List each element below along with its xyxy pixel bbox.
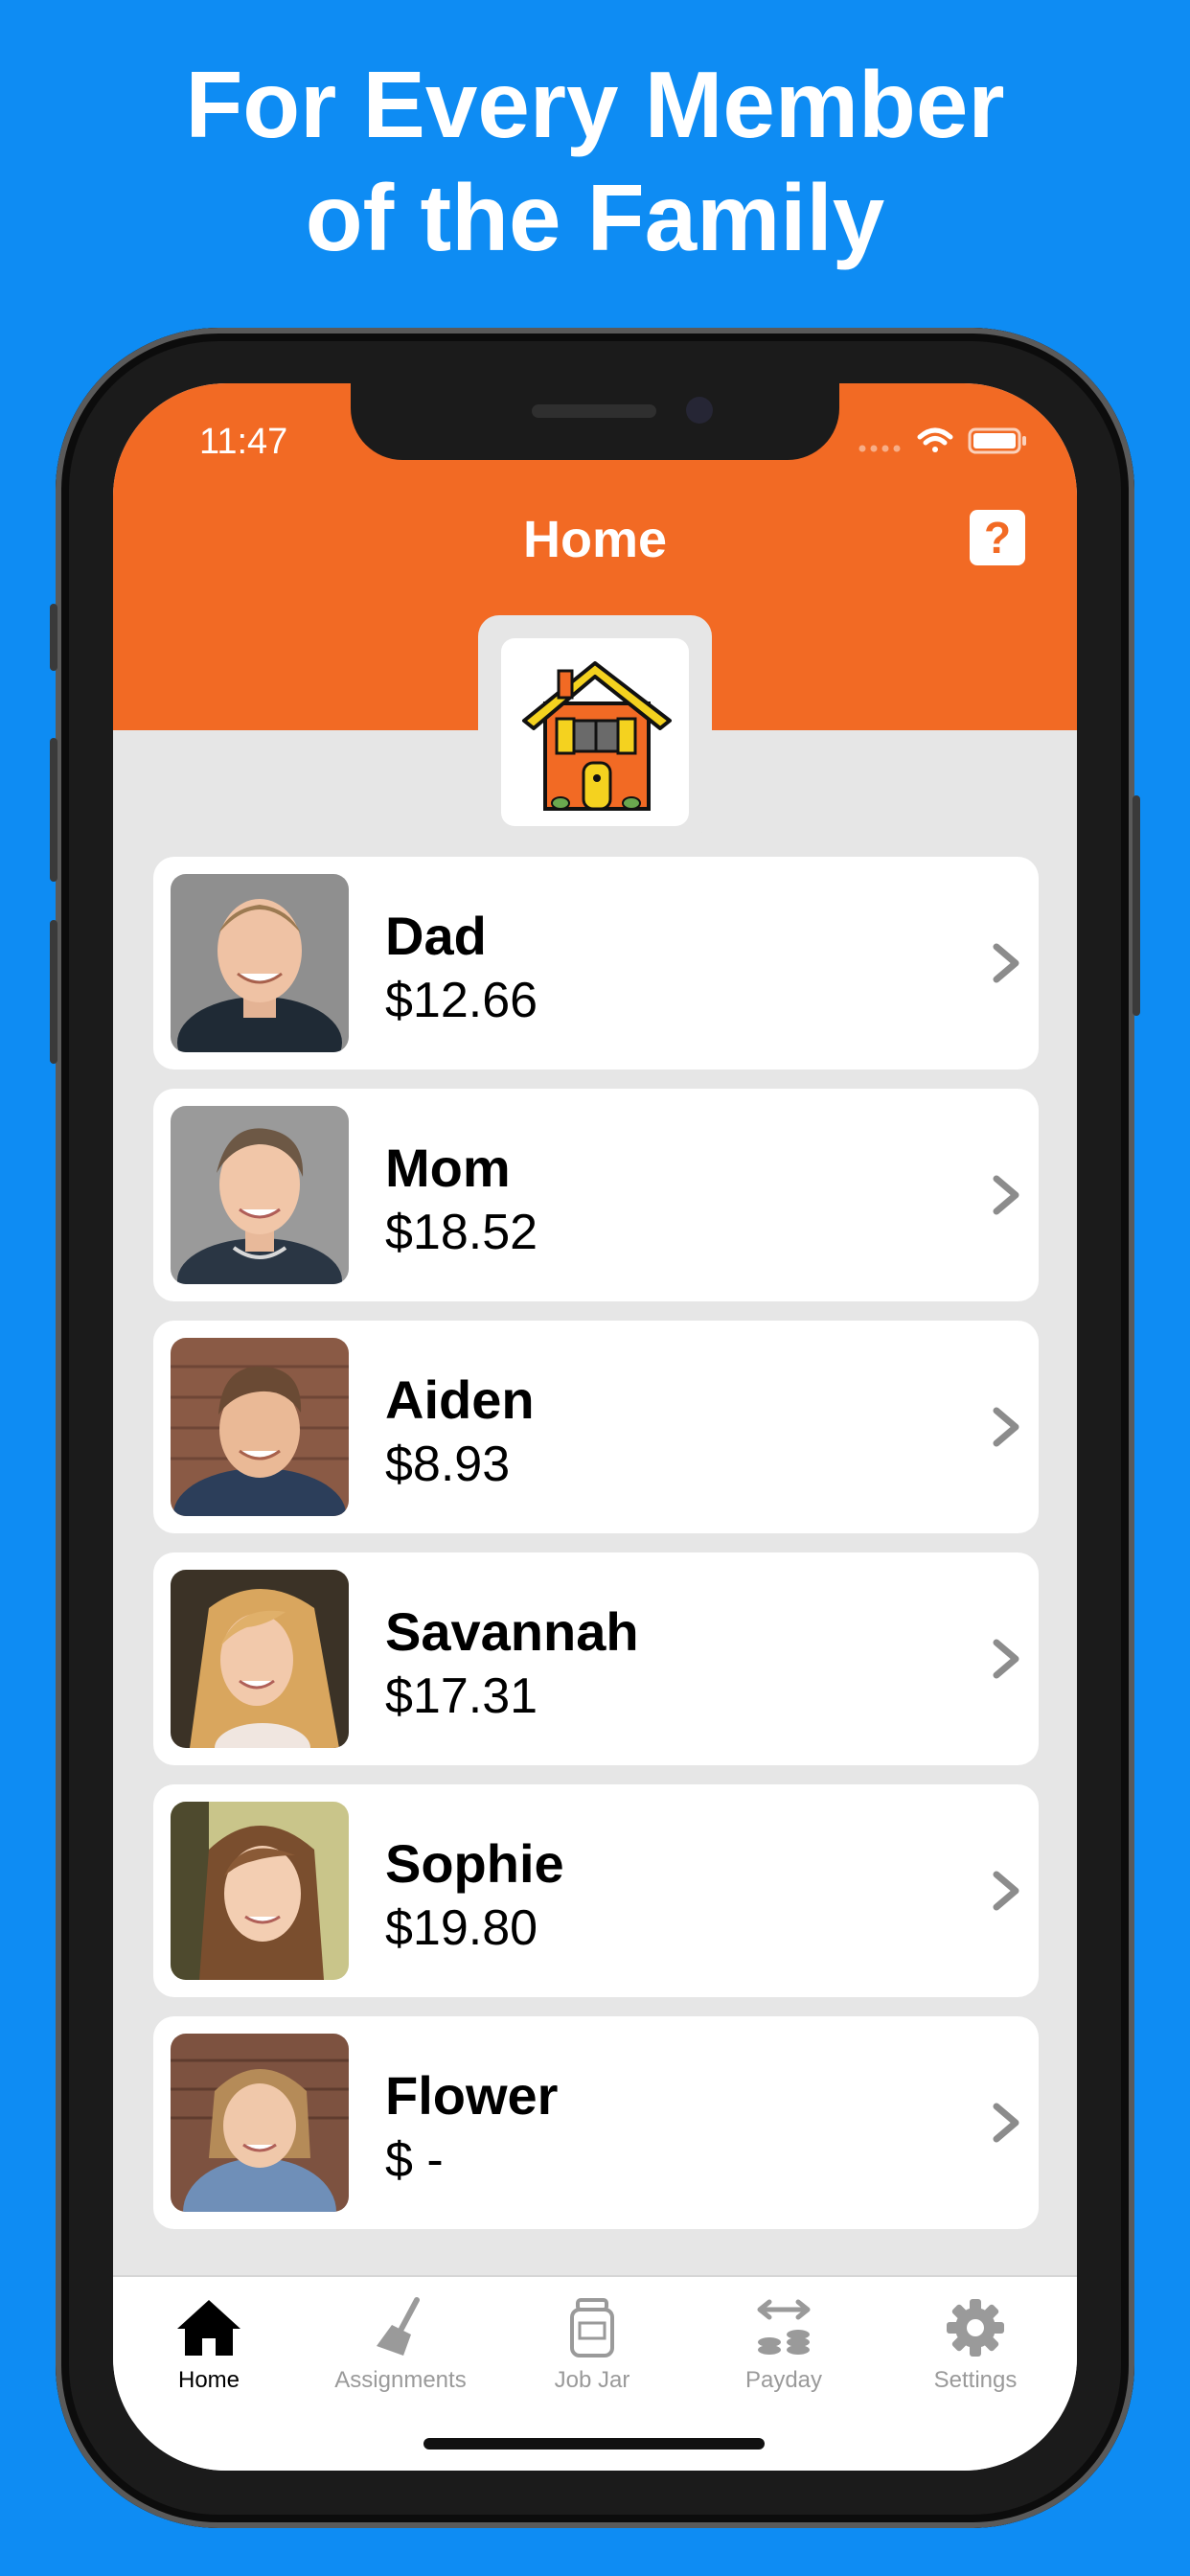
- chevron-right-icon: [993, 2103, 1019, 2143]
- page-title: Home: [522, 511, 668, 568]
- member-row-mom[interactable]: Mom $18.52: [153, 1089, 1039, 1301]
- member-row-savannah[interactable]: Savannah $17.31: [153, 1552, 1039, 1765]
- member-row-aiden[interactable]: Aiden $8.93: [153, 1321, 1039, 1533]
- phone-notch: [351, 383, 839, 460]
- tab-label: Assignments: [334, 2367, 467, 2393]
- tab-label: Job Jar: [554, 2367, 630, 2393]
- tab-home[interactable]: Home: [113, 2296, 305, 2394]
- avatar: [171, 874, 349, 1052]
- help-button[interactable]: ?: [970, 510, 1025, 565]
- chevron-right-icon: [993, 1175, 1019, 1215]
- phone-speaker: [532, 404, 656, 418]
- front-camera: [686, 397, 713, 424]
- member-balance: $18.52: [385, 1205, 538, 1260]
- promo-headline-line1: For Every Member: [185, 52, 1005, 157]
- member-balance: $17.31: [385, 1668, 538, 1724]
- phone-silent-switch: [50, 604, 57, 671]
- member-row-sophie[interactable]: Sophie $19.80: [153, 1784, 1039, 1997]
- member-balance: $ -: [385, 2132, 444, 2188]
- avatar: [171, 1802, 349, 1980]
- phone-volume-up: [50, 738, 57, 882]
- cellular-signal-icon: [858, 445, 901, 452]
- avatar: [171, 2034, 349, 2212]
- member-name: Dad: [385, 906, 487, 966]
- member-balance: $12.66: [385, 973, 538, 1028]
- app-logo: [501, 638, 689, 826]
- tab-label: Payday: [744, 2367, 823, 2393]
- avatar: [171, 1570, 349, 1748]
- chevron-right-icon: [993, 1639, 1019, 1679]
- phone-volume-down: [50, 920, 57, 1064]
- promo-headline: For Every Member of the Family: [0, 48, 1190, 274]
- member-balance: $8.93: [385, 1437, 511, 1492]
- coins-transfer-icon: [757, 2299, 811, 2355]
- member-name: Sophie: [385, 1833, 564, 1894]
- phone-power-button: [1133, 795, 1140, 1016]
- avatar: [171, 1106, 349, 1284]
- house-logo-icon: [522, 661, 672, 811]
- tab-label: Home: [177, 2367, 240, 2393]
- member-name: Aiden: [385, 1369, 535, 1430]
- tab-job-jar[interactable]: Job Jar: [496, 2296, 688, 2394]
- tab-settings[interactable]: Settings: [880, 2296, 1071, 2394]
- promo-headline-line2: of the Family: [305, 165, 885, 270]
- tab-label: Settings: [933, 2367, 1018, 2393]
- status-time: 11:47: [199, 422, 288, 462]
- chevron-right-icon: [993, 1871, 1019, 1911]
- member-row-flower[interactable]: Flower $ -: [153, 2016, 1039, 2229]
- app-screen: 11:47 Home ? Dad $12.66 Mom $18.52 Aiden…: [113, 383, 1077, 2471]
- status-icons: [858, 427, 1026, 454]
- gear-icon: [947, 2299, 1004, 2357]
- tab-payday[interactable]: Payday: [688, 2296, 880, 2394]
- chevron-right-icon: [993, 1407, 1019, 1447]
- member-name: Savannah: [385, 1601, 639, 1662]
- home-icon: [177, 2300, 240, 2356]
- member-list: Dad $12.66 Mom $18.52 Aiden $8.93 Savann…: [153, 857, 1039, 2248]
- member-name: Flower: [385, 2065, 559, 2126]
- wifi-icon: [917, 427, 953, 452]
- battery-icon: [968, 427, 1026, 454]
- avatar: [171, 1338, 349, 1516]
- member-balance: $19.80: [385, 1900, 538, 1956]
- home-indicator[interactable]: [423, 2438, 765, 2450]
- member-row-dad[interactable]: Dad $12.66: [153, 857, 1039, 1070]
- member-name: Mom: [385, 1138, 511, 1198]
- broom-icon: [377, 2297, 420, 2356]
- jar-icon: [570, 2298, 614, 2358]
- tab-assignments[interactable]: Assignments: [305, 2296, 496, 2394]
- chevron-right-icon: [993, 943, 1019, 983]
